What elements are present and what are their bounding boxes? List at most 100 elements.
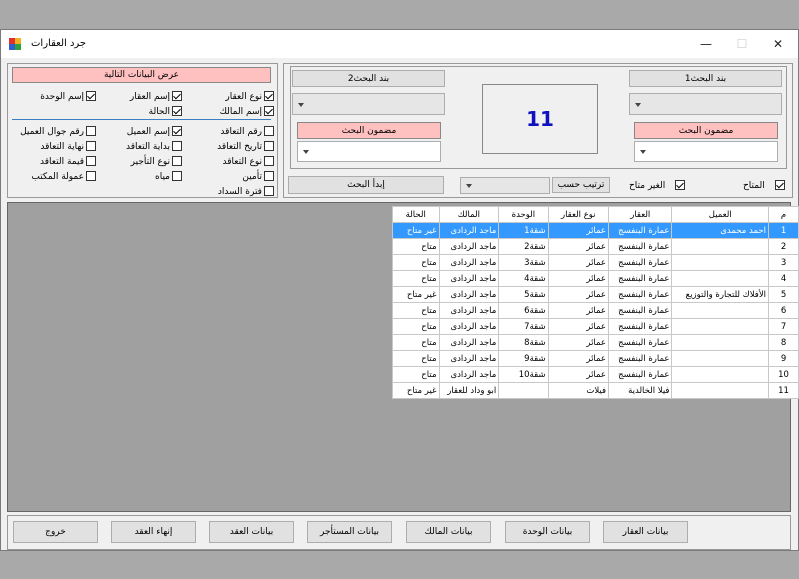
table-cell[interactable]: عمائر (547, 318, 610, 335)
column-header[interactable]: م (768, 206, 799, 223)
table-cell[interactable]: 3 (768, 254, 799, 271)
table-cell[interactable] (671, 382, 770, 399)
display-option-checkbox[interactable] (264, 171, 274, 181)
table-cell[interactable] (671, 270, 770, 287)
column-header[interactable]: العميل (671, 206, 770, 223)
display-option-checkbox[interactable] (172, 156, 182, 166)
display-option-checkbox[interactable] (264, 91, 274, 101)
table-cell[interactable] (498, 382, 549, 399)
table-cell[interactable]: فيلات (547, 382, 610, 399)
table-cell[interactable]: متاح (392, 318, 440, 335)
table-cell[interactable]: ماجد الردادى (438, 222, 500, 239)
table-cell[interactable]: عمائر (547, 238, 610, 255)
table-cell[interactable]: عمائر (547, 270, 610, 287)
table-cell[interactable]: غير متاح (392, 222, 440, 239)
table-cell[interactable]: فيلا الخالدية (608, 382, 673, 399)
table-cell[interactable]: ماجد الردادى (438, 318, 500, 335)
bottom-action-button[interactable]: بيانات العقار (603, 521, 688, 543)
table-cell[interactable]: عمارة البنفسج (608, 254, 673, 271)
display-option-checkbox[interactable] (86, 126, 96, 136)
minimize-icon[interactable]: — (688, 30, 724, 58)
table-row[interactable]: 8 عمارة البنفسج عمائر شقة8 ماجد الردادى متاح (392, 334, 799, 351)
table-cell[interactable]: متاح (392, 254, 440, 271)
close-icon[interactable]: ✕ (760, 30, 796, 58)
table-cell[interactable]: 2 (768, 238, 799, 255)
column-header[interactable]: الحالة (392, 206, 440, 223)
display-option-checkbox[interactable] (264, 186, 274, 196)
bottom-action-button[interactable]: بيانات المالك (406, 521, 491, 543)
table-cell[interactable]: ماجد الردادى (438, 366, 500, 383)
table-cell[interactable]: ماجد الردادى (438, 286, 500, 303)
table-cell[interactable]: شقة3 (498, 254, 549, 271)
display-option-checkbox[interactable] (264, 156, 274, 166)
table-cell[interactable]: ماجد الردادى (438, 238, 500, 255)
table-cell[interactable]: غير متاح (392, 382, 440, 399)
table-cell[interactable]: عمائر (547, 254, 610, 271)
table-cell[interactable]: عمائر (547, 222, 610, 239)
table-row[interactable]: 2 عمارة البنفسج عمائر شقة2 ماجد الردادى متاح (392, 238, 799, 255)
table-row[interactable]: 7 عمارة البنفسج عمائر شقة7 ماجد الردادى متاح (392, 318, 799, 335)
table-cell[interactable]: متاح (392, 350, 440, 367)
table-row[interactable]: 10 عمارة البنفسج عمائر شقة10 ماجد الردادى متا… (392, 366, 799, 383)
search1-header[interactable]: بند البحث1 (629, 70, 782, 87)
table-cell[interactable]: الأفلاك للتجارة والتوزيع (671, 286, 770, 303)
table-cell[interactable]: 9 (768, 350, 799, 367)
table-cell[interactable]: 11 (768, 382, 799, 399)
display-option-checkbox[interactable] (86, 91, 96, 101)
table-cell[interactable]: ماجد الردادى (438, 350, 500, 367)
table-cell[interactable] (671, 350, 770, 367)
table-cell[interactable]: متاح (392, 366, 440, 383)
column-header[interactable]: المالك (438, 206, 500, 223)
table-row[interactable]: 5 الأفلاك للتجارة والتوزيع عمارة البنفسج عم… (392, 286, 799, 303)
sort-by-select[interactable] (460, 177, 550, 194)
bottom-action-button[interactable]: بيانات العقد (209, 521, 294, 543)
table-cell[interactable] (671, 254, 770, 271)
available-checkbox[interactable] (775, 180, 785, 190)
bottom-action-button[interactable]: بيانات المستأجر (307, 521, 392, 543)
display-option-checkbox[interactable] (172, 171, 182, 181)
table-cell[interactable]: شقة6 (498, 302, 549, 319)
table-row[interactable]: 4 عمارة البنفسج عمائر شقة4 ماجد الردادى متاح (392, 270, 799, 287)
display-option-checkbox[interactable] (264, 141, 274, 151)
display-option-checkbox[interactable] (172, 91, 182, 101)
table-cell[interactable] (671, 318, 770, 335)
table-cell[interactable]: عمارة البنفسج (608, 286, 673, 303)
table-cell[interactable]: شقة5 (498, 286, 549, 303)
table-row[interactable]: 9 عمارة البنفسج عمائر شقة9 ماجد الردادى متاح (392, 350, 799, 367)
display-option-checkbox[interactable] (264, 126, 274, 136)
display-option-checkbox[interactable] (86, 141, 96, 151)
display-option-checkbox[interactable] (172, 141, 182, 151)
table-cell[interactable]: غير متاح (392, 286, 440, 303)
table-cell[interactable] (671, 238, 770, 255)
table-row[interactable]: 6 عمارة البنفسج عمائر شقة6 ماجد الردادى متاح (392, 302, 799, 319)
table-cell[interactable]: متاح (392, 334, 440, 351)
column-header[interactable]: نوع العقار (547, 206, 610, 223)
table-cell[interactable]: عمائر (547, 286, 610, 303)
table-cell[interactable] (671, 334, 770, 351)
bottom-action-button[interactable]: إنهاء العقد (111, 521, 196, 543)
table-cell[interactable]: 1 (768, 222, 799, 239)
table-cell[interactable]: شقة10 (498, 366, 549, 383)
table-cell[interactable]: شقة4 (498, 270, 549, 287)
table-cell[interactable]: عمارة البنفسج (608, 270, 673, 287)
table-cell[interactable]: عمائر (547, 334, 610, 351)
table-cell[interactable]: ماجد الردادى (438, 254, 500, 271)
table-cell[interactable]: عمائر (547, 366, 610, 383)
table-cell[interactable]: شقة8 (498, 334, 549, 351)
bottom-action-button[interactable]: بيانات الوحدة (505, 521, 590, 543)
display-option-checkbox[interactable] (86, 156, 96, 166)
table-cell[interactable]: متاح (392, 302, 440, 319)
table-cell[interactable]: ماجد الردادى (438, 302, 500, 319)
table-cell[interactable] (671, 302, 770, 319)
start-search-button[interactable]: إبدأ البحث (288, 176, 444, 194)
sort-by-button[interactable]: ترتيب حسب (552, 177, 610, 193)
search1-field-select[interactable] (629, 93, 782, 115)
table-cell[interactable]: شقة2 (498, 238, 549, 255)
table-cell[interactable]: متاح (392, 270, 440, 287)
table-cell[interactable]: 8 (768, 334, 799, 351)
unavailable-checkbox[interactable] (675, 180, 685, 190)
display-option-checkbox[interactable] (172, 106, 182, 116)
table-cell[interactable]: شقة7 (498, 318, 549, 335)
table-cell[interactable]: 6 (768, 302, 799, 319)
table-cell[interactable]: عمارة البنفسج (608, 238, 673, 255)
